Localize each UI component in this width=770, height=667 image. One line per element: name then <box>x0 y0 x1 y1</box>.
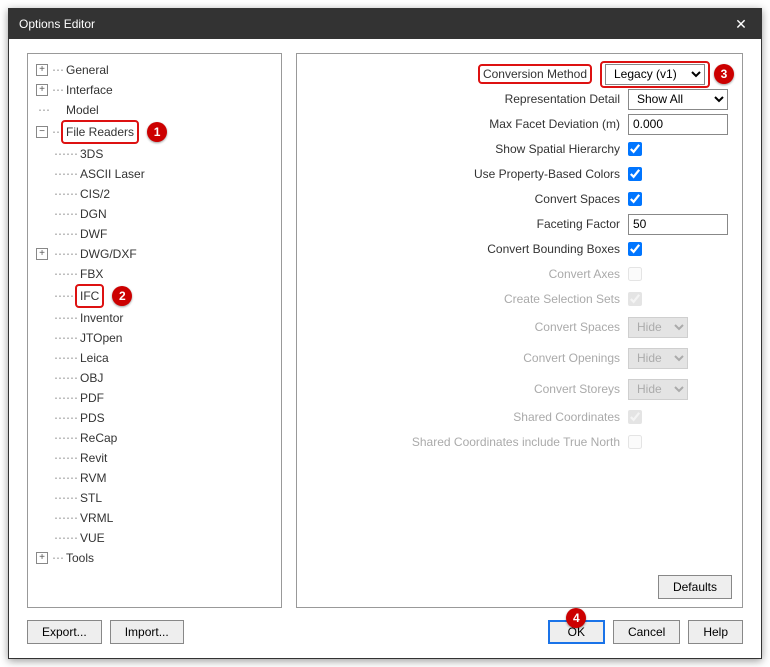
tree: + ⋯ General + ⋯ Interface ⋯ Model <box>36 60 273 568</box>
tree-item-leica[interactable]: ⋯⋯Leica <box>36 348 273 368</box>
tree-item-stl[interactable]: ⋯⋯STL <box>36 488 273 508</box>
tree-panel: + ⋯ General + ⋯ Interface ⋯ Model <box>27 53 282 608</box>
tree-item-model[interactable]: ⋯ Model <box>36 100 273 120</box>
expand-icon[interactable]: + <box>36 248 48 260</box>
callout-4: 4 <box>566 608 586 628</box>
callout-2: 2 <box>112 286 132 306</box>
convert-axes-checkbox <box>628 267 642 281</box>
row-create-sel-sets: Create Selection Sets <box>305 287 734 311</box>
close-icon[interactable]: ✕ <box>731 14 751 34</box>
representation-detail-select[interactable]: Show All <box>628 89 728 110</box>
tree-item-recap[interactable]: ⋯⋯ReCap <box>36 428 273 448</box>
tree-dots: ⋯ <box>50 60 64 80</box>
window-body: + ⋯ General + ⋯ Interface ⋯ Model <box>9 39 761 658</box>
row-convert-bounding: Convert Bounding Boxes <box>305 237 734 261</box>
bottom-right: 4 OK Cancel Help <box>548 620 743 644</box>
cancel-button[interactable]: Cancel <box>613 620 680 644</box>
max-facet-input[interactable] <box>628 114 728 135</box>
tree-item-interface[interactable]: + ⋯ Interface <box>36 80 273 100</box>
import-button[interactable]: Import... <box>110 620 184 644</box>
collapse-icon[interactable]: − <box>36 126 48 138</box>
tree-item-jtopen[interactable]: ⋯⋯JTOpen <box>36 328 273 348</box>
row-show-spatial: Show Spatial Hierarchy <box>305 137 734 161</box>
tree-item-pdf[interactable]: ⋯⋯PDF <box>36 388 273 408</box>
tree-item-rvm[interactable]: ⋯⋯RVM <box>36 468 273 488</box>
conversion-method-select[interactable]: Legacy (v1) <box>605 64 705 85</box>
tree-item-cis2[interactable]: ⋯⋯CIS/2 <box>36 184 273 204</box>
row-convert-axes: Convert Axes <box>305 262 734 286</box>
tree-item-dwgdxf[interactable]: +⋯⋯DWG/DXF <box>36 244 273 264</box>
convert-spaces-select: Hide <box>628 317 688 338</box>
defaults-row: Defaults <box>658 575 732 599</box>
tree-item-tools[interactable]: + ⋯ Tools <box>36 548 273 568</box>
tree-item-dwf[interactable]: ⋯⋯DWF <box>36 224 273 244</box>
options-editor-window: Options Editor ✕ + ⋯ General + ⋯ Interfa… <box>8 8 762 659</box>
bottom-bar: Export... Import... 4 OK Cancel Help <box>27 608 743 644</box>
row-faceting-factor: Faceting Factor <box>305 212 734 236</box>
row-convert-spaces: Convert Spaces <box>305 187 734 211</box>
bottom-left: Export... Import... <box>27 620 184 644</box>
tree-item-inventor[interactable]: ⋯⋯Inventor <box>36 308 273 328</box>
convert-bounding-checkbox[interactable] <box>628 242 642 256</box>
conversion-method-label: Conversion Method <box>483 67 587 81</box>
tree-item-dgn[interactable]: ⋯⋯DGN <box>36 204 273 224</box>
row-shared-coords: Shared Coordinates <box>305 405 734 429</box>
help-button[interactable]: Help <box>688 620 743 644</box>
defaults-button[interactable]: Defaults <box>658 575 732 599</box>
tree-item-3ds[interactable]: ⋯⋯3DS <box>36 144 273 164</box>
panels: + ⋯ General + ⋯ Interface ⋯ Model <box>27 53 743 608</box>
tree-item-fbx[interactable]: ⋯⋯FBX <box>36 264 273 284</box>
callout-1: 1 <box>147 122 167 142</box>
titlebar: Options Editor ✕ <box>9 9 761 39</box>
tree-item-ifc[interactable]: ⋯⋯ IFC 2 <box>36 284 273 308</box>
tree-item-vrml[interactable]: ⋯⋯VRML <box>36 508 273 528</box>
tree-item-revit[interactable]: ⋯⋯Revit <box>36 448 273 468</box>
expand-icon[interactable]: + <box>36 64 48 76</box>
expand-icon[interactable]: + <box>36 552 48 564</box>
callout-3: 3 <box>714 64 734 84</box>
export-button[interactable]: Export... <box>27 620 102 644</box>
tree-item-ascii-laser[interactable]: ⋯⋯ASCII Laser <box>36 164 273 184</box>
expand-icon[interactable]: + <box>36 84 48 96</box>
row-use-prop-colors: Use Property-Based Colors <box>305 162 734 186</box>
convert-storeys-select: Hide <box>628 379 688 400</box>
row-representation-detail: Representation Detail Show All <box>305 87 734 111</box>
row-convert-openings: Convert Openings Hide <box>305 343 734 373</box>
row-conversion-method: Conversion Method Legacy (v1) 3 <box>305 62 734 86</box>
tree-item-pds[interactable]: ⋯⋯PDS <box>36 408 273 428</box>
shared-coords-tn-checkbox <box>628 435 642 449</box>
convert-openings-select: Hide <box>628 348 688 369</box>
create-sel-sets-checkbox <box>628 292 642 306</box>
row-convert-spaces-2: Convert Spaces Hide <box>305 312 734 342</box>
form-panel: Conversion Method Legacy (v1) 3 <box>296 53 743 608</box>
use-prop-colors-checkbox[interactable] <box>628 167 642 181</box>
shared-coords-checkbox <box>628 410 642 424</box>
row-max-facet: Max Facet Deviation (m) <box>305 112 734 136</box>
convert-spaces-checkbox[interactable] <box>628 192 642 206</box>
tree-item-file-readers[interactable]: − ⋯ File Readers 1 <box>36 120 273 144</box>
row-convert-storeys: Convert Storeys Hide <box>305 374 734 404</box>
window-title: Options Editor <box>19 17 95 31</box>
tree-item-obj[interactable]: ⋯⋯OBJ <box>36 368 273 388</box>
faceting-factor-input[interactable] <box>628 214 728 235</box>
form-rows: Conversion Method Legacy (v1) 3 <box>305 60 734 454</box>
tree-item-vue[interactable]: ⋯⋯VUE <box>36 528 273 548</box>
row-shared-coords-tn: Shared Coordinates include True North <box>305 430 734 454</box>
tree-item-general[interactable]: + ⋯ General <box>36 60 273 80</box>
show-spatial-checkbox[interactable] <box>628 142 642 156</box>
